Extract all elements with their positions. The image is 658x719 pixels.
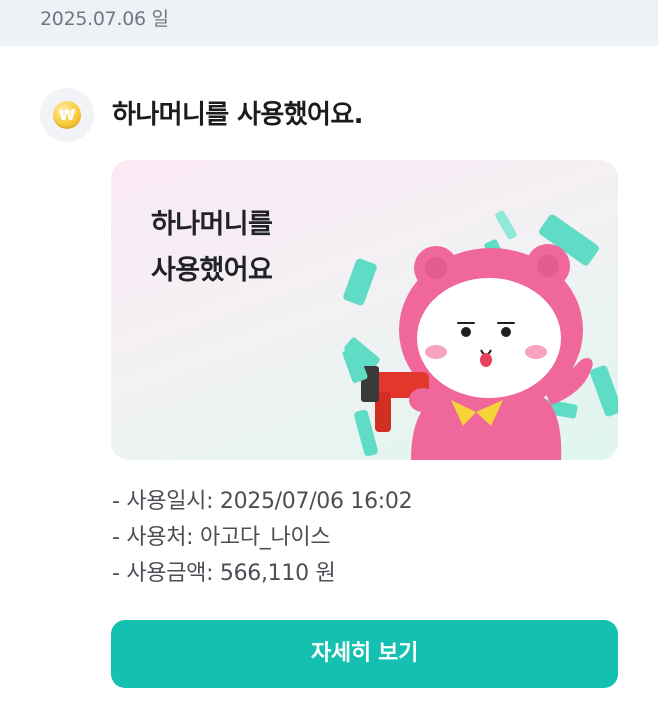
notification-card: ₩ 하나머니를 사용했어요. 하나머니를 사용했어요 - 사용일시: 2025/… bbox=[0, 46, 658, 719]
promo-banner: 하나머니를 사용했어요 bbox=[111, 160, 618, 460]
coin-won-icon: ₩ bbox=[53, 101, 81, 129]
usage-amount: - 사용금액: 566,110 원 bbox=[112, 561, 336, 586]
usage-merchant: - 사용처: 아고다_나이스 bbox=[112, 525, 331, 550]
notification-title: 하나머니를 사용했어요. bbox=[112, 100, 364, 130]
coin-avatar: ₩ bbox=[40, 88, 94, 142]
date-header: 2025.07.06 일 bbox=[0, 0, 658, 46]
pink-bear-character-illustration bbox=[342, 210, 618, 460]
usage-datetime: - 사용일시: 2025/07/06 16:02 bbox=[112, 489, 413, 514]
date-label: 2025.07.06 일 bbox=[40, 8, 169, 30]
usage-details: - 사용일시: 2025/07/06 16:02 - 사용처: 아고다_나이스 … bbox=[112, 484, 413, 592]
view-details-button[interactable]: 자세히 보기 bbox=[111, 620, 618, 688]
